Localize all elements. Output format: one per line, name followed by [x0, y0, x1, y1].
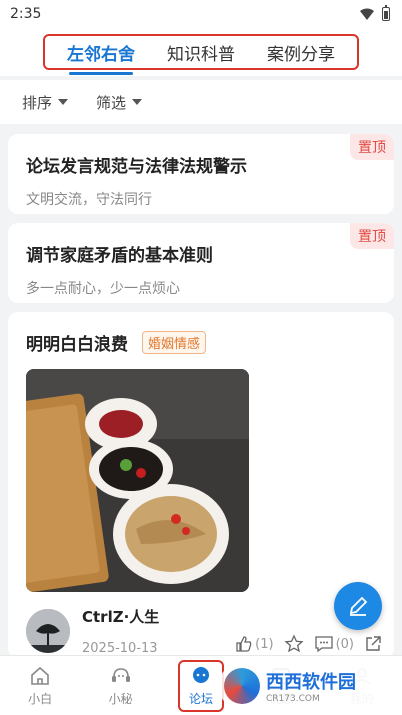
nav-label: 小白 [28, 692, 53, 706]
pinned-badge: 置顶 [350, 223, 394, 249]
nav-item-home[interactable]: 小白 [10, 664, 70, 707]
watermark: 西西软件园 CR173.COM [218, 664, 396, 708]
favorite-button[interactable] [283, 634, 304, 654]
nav-label: 小秘 [108, 692, 133, 706]
watermark-text: 西西软件园 CR173.COM [266, 668, 356, 704]
tab-neighbors[interactable]: 左邻右舍 [61, 36, 141, 75]
status-time: 2:35 [10, 6, 42, 22]
sort-dropdown[interactable]: 排序 [22, 92, 69, 113]
compose-button[interactable] [334, 582, 382, 630]
comment-icon [314, 636, 333, 653]
top-navigation: 左邻右舍 知识科普 案例分享 [0, 28, 402, 76]
sort-label: 排序 [22, 93, 53, 112]
comment-button[interactable]: (0) [314, 635, 354, 653]
author-info: CtrlZ·人生 2025-10-13 [82, 606, 159, 656]
food-photo-image [26, 369, 249, 592]
pinned-badge: 置顶 [350, 134, 394, 160]
pinned-post-subtitle: 文明交流，守法同行 [26, 192, 152, 208]
post-title: 明明白白浪费 [26, 335, 128, 355]
category-tag[interactable]: 婚姻情感 [142, 331, 207, 354]
like-count: (1) [255, 636, 274, 652]
caret-down-icon [132, 99, 143, 105]
pinned-post-title: 调节家庭矛盾的基本准则 [26, 246, 213, 266]
pinned-post-title: 论坛发言规范与法律法规警示 [26, 157, 247, 177]
share-button[interactable] [364, 635, 382, 653]
thumbs-up-icon [236, 636, 252, 652]
post-actions: (1) (0) [235, 634, 382, 654]
tree-avatar-image [26, 609, 70, 653]
pinned-post-card[interactable]: 置顶 论坛发言规范与法律法规警示 文明交流，守法同行 [8, 134, 394, 214]
tab-cases[interactable]: 案例分享 [261, 36, 341, 69]
battery-icon [382, 5, 390, 21]
share-icon [366, 636, 381, 651]
wifi-icon [360, 8, 374, 20]
filter-dropdown[interactable]: 筛选 [96, 92, 143, 113]
author-name[interactable]: CtrlZ·人生 [82, 606, 159, 627]
watermark-logo-icon [224, 668, 260, 704]
nav-item-assistant[interactable]: 小秘 [91, 664, 151, 707]
pinned-post-subtitle: 多一点耐心，少一点烦心 [26, 281, 180, 297]
post-date: 2025-10-13 [82, 641, 158, 656]
top-tabs: 左邻右舍 知识科普 案例分享 [43, 34, 359, 75]
status-icons [360, 5, 390, 21]
pencil-icon [349, 596, 368, 616]
watermark-brand: 西西软件园 [266, 672, 356, 693]
filter-label: 筛选 [96, 93, 127, 112]
pinned-post-card[interactable]: 置顶 调节家庭矛盾的基本准则 多一点耐心，少一点烦心 [8, 223, 394, 303]
caret-down-icon [58, 99, 69, 105]
post-photo[interactable] [26, 369, 249, 592]
star-icon [283, 634, 304, 653]
watermark-url: CR173.COM [266, 694, 320, 704]
status-bar: 2:35 [0, 0, 402, 28]
assistant-icon [111, 668, 130, 682]
comment-count: (0) [335, 636, 354, 652]
post-header: 明明白白浪费 婚姻情感 [26, 330, 376, 355]
tab-knowledge[interactable]: 知识科普 [161, 36, 241, 69]
home-icon [31, 666, 49, 685]
like-button[interactable]: (1) [235, 635, 274, 653]
filter-bar: 排序 筛选 [0, 80, 402, 124]
avatar[interactable] [26, 609, 70, 653]
